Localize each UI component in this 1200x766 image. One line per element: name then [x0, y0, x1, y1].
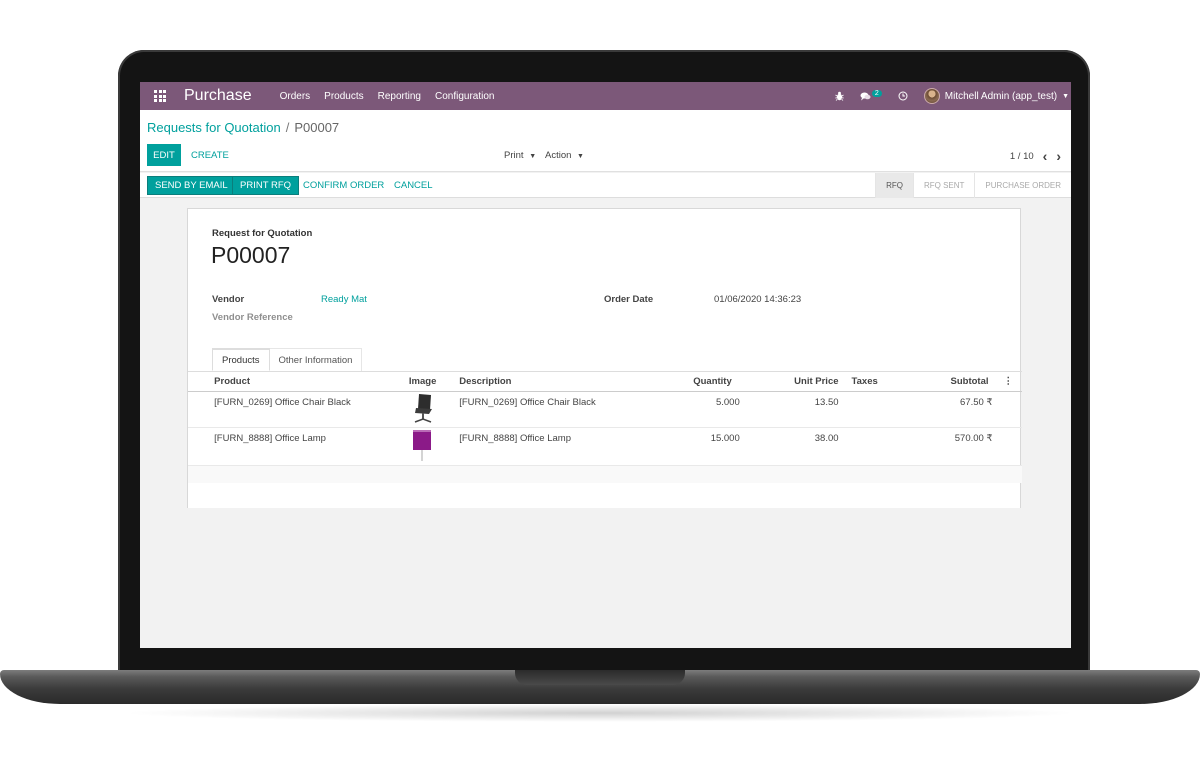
column-product[interactable]: Product	[214, 372, 409, 392]
cell-description[interactable]: [FURN_0269] Office Chair Black	[459, 391, 626, 428]
cell-unit-price[interactable]: 13.50	[743, 391, 839, 428]
tab-other-information[interactable]: Other Information	[268, 348, 363, 371]
menu-reporting[interactable]: Reporting	[378, 91, 421, 102]
column-image[interactable]: Image	[408, 372, 460, 392]
control-panel: Requests for Quotation / P00007 EDIT CREAT…	[140, 110, 1071, 172]
top-navbar: Purchase Orders Products Reporting Confi…	[140, 82, 1071, 110]
document-name: P00007	[211, 242, 291, 268]
table-header-row: Product Image Description Quantity Unit …	[188, 372, 1022, 392]
order-date-value[interactable]: 01/06/2020 14:36:23	[714, 294, 801, 305]
action-dropdown[interactable]: Action ▼	[545, 150, 584, 161]
cell-quantity[interactable]: 15.000	[625, 427, 744, 466]
print-rfq-button[interactable]: PRINT RFQ	[232, 176, 300, 195]
form-sheet: Request for Quotation P00007 Vendor Read…	[187, 208, 1022, 508]
stage-purchase-order: PURCHASE ORDER	[974, 173, 1071, 198]
pager: 1 / 10 ‹ ›	[1010, 148, 1061, 164]
office-chair-image	[414, 393, 432, 423]
stage-rfq-sent: RFQ SENT	[912, 173, 974, 198]
chevron-left-icon[interactable]: ‹	[1043, 148, 1048, 164]
print-label: Print	[504, 150, 524, 161]
cell-taxes[interactable]	[838, 391, 878, 428]
breadcrumb: Requests for Quotation / P00007	[147, 120, 339, 135]
table-row[interactable]: [FURN_8888] Office Lamp [FURN_8888] Offi…	[188, 427, 1022, 466]
bug-icon[interactable]	[835, 91, 844, 101]
vendor-label: Vendor	[212, 294, 245, 305]
chat-icon[interactable]: 2	[860, 89, 882, 101]
menu-orders[interactable]: Orders	[280, 91, 311, 102]
user-avatar[interactable]	[923, 88, 940, 104]
table-row-empty	[188, 465, 1022, 483]
send-by-email-button[interactable]: SEND BY EMAIL	[147, 176, 236, 195]
notebook-tabs: Products Other Information	[212, 348, 363, 371]
order-lines-table: Product Image Description Quantity Unit …	[188, 372, 1022, 483]
column-description[interactable]: Description	[459, 372, 626, 392]
office-lamp-image	[412, 429, 431, 461]
column-taxes[interactable]: Taxes	[838, 372, 878, 392]
order-date-label: Order Date	[604, 294, 654, 305]
cancel-button[interactable]: CANCEL	[394, 176, 433, 195]
cell-subtotal: 570.00 ₹	[877, 427, 995, 466]
create-button[interactable]: CREATE	[191, 150, 229, 161]
tab-products[interactable]: Products	[212, 348, 270, 371]
apps-grid-icon[interactable]	[140, 82, 180, 110]
cell-description[interactable]: [FURN_8888] Office Lamp	[459, 427, 626, 466]
breadcrumb-parent[interactable]: Requests for Quotation	[147, 120, 281, 135]
screen: Purchase Orders Products Reporting Confi…	[140, 82, 1071, 648]
table-row[interactable]: [FURN_0269] Office Chair Black [FURN_026…	[188, 391, 1022, 428]
document-type-label: Request for Quotation	[212, 228, 313, 239]
vendor-value[interactable]: Ready Mat	[321, 294, 367, 305]
pager-value[interactable]: 1 / 10	[1010, 151, 1034, 162]
cell-quantity[interactable]: 5.000	[625, 391, 744, 428]
menu-configuration[interactable]: Configuration	[435, 91, 494, 102]
cell-subtotal: 67.50 ₹	[877, 391, 995, 428]
breadcrumb-current: P00007	[294, 120, 340, 135]
cell-unit-price[interactable]: 38.00	[743, 427, 839, 466]
print-dropdown[interactable]: Print ▼	[504, 150, 536, 161]
clock-icon[interactable]	[898, 91, 908, 101]
statusbar: SEND BY EMAIL PRINT RFQ CONFIRM ORDER CA…	[140, 173, 1071, 198]
cell-product[interactable]: [FURN_8888] Office Lamp	[214, 427, 409, 466]
stage-rfq: RFQ	[875, 173, 913, 198]
action-label: Action	[545, 150, 572, 161]
chevron-right-icon[interactable]: ›	[1056, 148, 1061, 164]
caret-down-icon[interactable]: ▼	[1062, 93, 1069, 100]
vendor-reference-label: Vendor Reference	[212, 312, 293, 323]
column-quantity[interactable]: Quantity	[625, 372, 744, 392]
column-unit-price[interactable]: Unit Price	[743, 372, 839, 392]
navbar-systray: 2 Mitchell Admin (app_test) ▼	[835, 82, 1071, 110]
confirm-order-button[interactable]: CONFIRM ORDER	[303, 176, 384, 195]
user-name[interactable]: Mitchell Admin (app_test)	[945, 91, 1057, 102]
messages-badge: 2	[871, 89, 882, 97]
column-subtotal[interactable]: Subtotal	[877, 372, 995, 392]
status-stages: RFQ RFQ SENT PURCHASE ORDER	[875, 173, 1071, 198]
laptop-shadow	[120, 704, 1080, 722]
caret-down-icon: ▼	[529, 153, 537, 160]
app-title[interactable]: Purchase	[184, 87, 252, 105]
laptop-notch	[515, 670, 685, 685]
breadcrumb-separator: /	[285, 120, 290, 135]
edit-button[interactable]: EDIT	[147, 144, 181, 166]
cell-image	[408, 427, 460, 466]
cell-image	[408, 391, 460, 428]
caret-down-icon: ▼	[577, 153, 584, 160]
menu-products[interactable]: Products	[324, 91, 363, 102]
cell-taxes[interactable]	[838, 427, 878, 466]
column-options-icon[interactable]: ⋮	[994, 372, 1022, 392]
cell-product[interactable]: [FURN_0269] Office Chair Black	[214, 391, 409, 428]
